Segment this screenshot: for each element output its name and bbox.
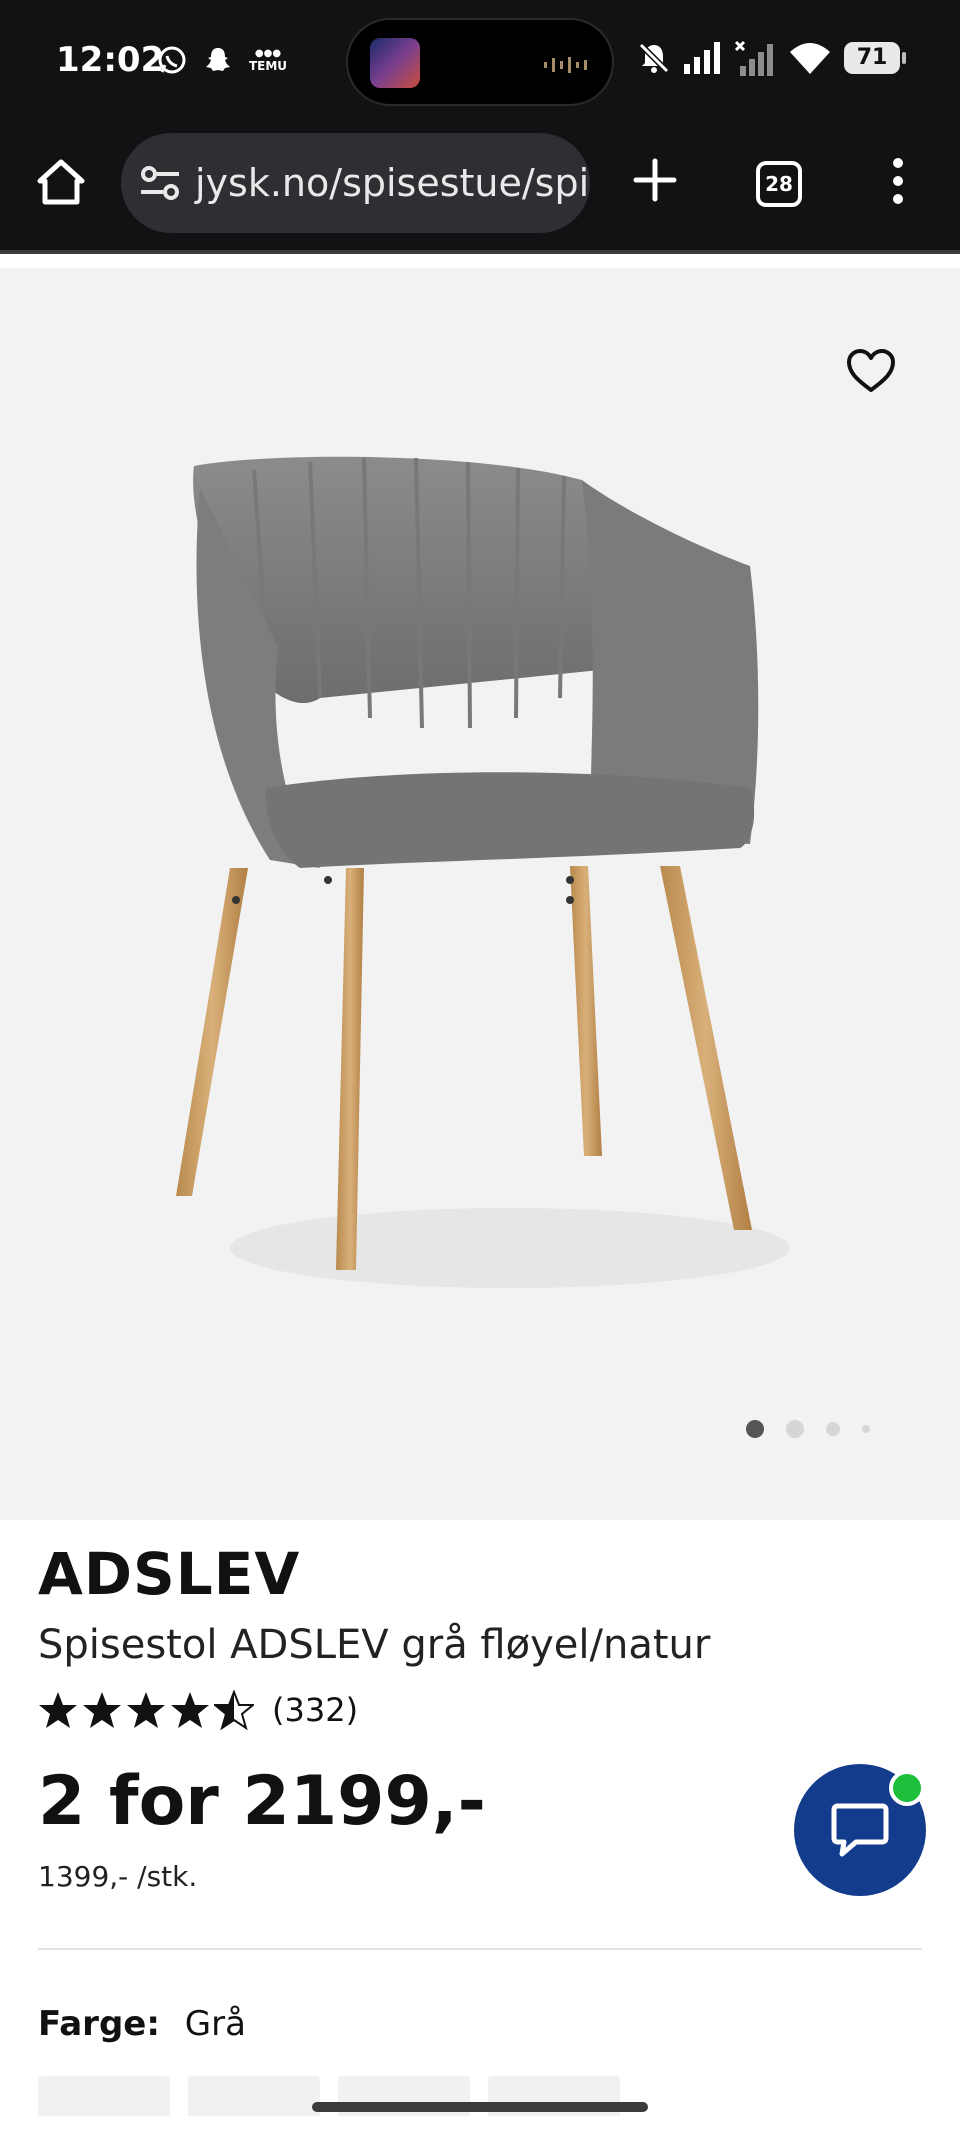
site-settings-icon[interactable] — [139, 163, 181, 203]
gallery-dot[interactable] — [786, 1420, 804, 1438]
home-icon[interactable] — [34, 155, 88, 209]
whatsapp-icon — [158, 46, 186, 74]
star-icon — [127, 1692, 165, 1728]
color-selector-label: Farge: Grå — [38, 2004, 246, 2044]
gallery-dot[interactable] — [862, 1425, 870, 1433]
home-indicator[interactable] — [312, 2102, 648, 2112]
product-rating[interactable]: (332) — [38, 1690, 358, 1730]
temu-icon: ●●● TEMU — [248, 48, 288, 73]
more-menu-icon[interactable] — [886, 157, 910, 205]
online-status-dot — [889, 1770, 925, 1806]
signal-icon — [684, 42, 720, 74]
color-swatch[interactable] — [38, 2076, 170, 2116]
dynamic-island[interactable] — [346, 18, 614, 106]
section-divider — [38, 1948, 922, 1950]
product-image-gallery[interactable] — [0, 268, 960, 1520]
signal-icon-2 — [734, 40, 773, 76]
star-icon — [171, 1692, 209, 1728]
toolbar-divider — [0, 250, 960, 254]
tab-switcher-button[interactable]: 28 — [756, 161, 802, 207]
new-tab-icon[interactable] — [630, 155, 680, 205]
wifi-icon — [790, 43, 830, 74]
star-icon — [39, 1692, 77, 1728]
product-image-chair — [176, 456, 790, 1288]
status-bar: 12:02 ●●● TEMU 71 — [0, 0, 960, 125]
browser-toolbar: jysk.no/spisestue/spi 28 — [0, 125, 960, 250]
gallery-dot[interactable] — [826, 1422, 840, 1436]
product-title: ADSLEV — [38, 1540, 301, 1608]
media-thumbnail — [370, 38, 420, 88]
half-star-icon — [214, 1690, 254, 1730]
gallery-pagination[interactable] — [746, 1420, 870, 1438]
chat-bubble-icon — [831, 1803, 889, 1857]
product-description: Spisestol ADSLEV grå fløyel/natur — [38, 1622, 711, 1668]
status-time: 12:02 — [56, 40, 165, 80]
temu-label: TEMU — [248, 59, 288, 73]
favorite-heart-icon[interactable] — [846, 348, 896, 394]
url-text: jysk.no/spisestue/spi — [195, 161, 590, 205]
rating-count[interactable]: (332) — [272, 1691, 358, 1729]
color-value: Grå — [184, 2004, 246, 2044]
color-label: Farge: — [38, 2004, 160, 2044]
address-bar[interactable]: jysk.no/spisestue/spi — [121, 133, 590, 233]
mute-icon — [638, 42, 670, 74]
battery-icon: 71 — [844, 42, 906, 74]
audio-wave-icon — [544, 57, 587, 73]
system-icons: 71 — [636, 40, 906, 76]
star-icon — [83, 1692, 121, 1728]
unit-price: 1399,- /stk. — [38, 1860, 198, 1893]
gallery-dot-active[interactable] — [746, 1420, 764, 1438]
color-swatch[interactable] — [188, 2076, 320, 2116]
notification-icons: ●●● TEMU — [156, 44, 288, 76]
product-price: 2 for 2199,- — [38, 1762, 486, 1841]
rating-stars — [38, 1690, 254, 1730]
snapchat-icon — [206, 48, 230, 71]
